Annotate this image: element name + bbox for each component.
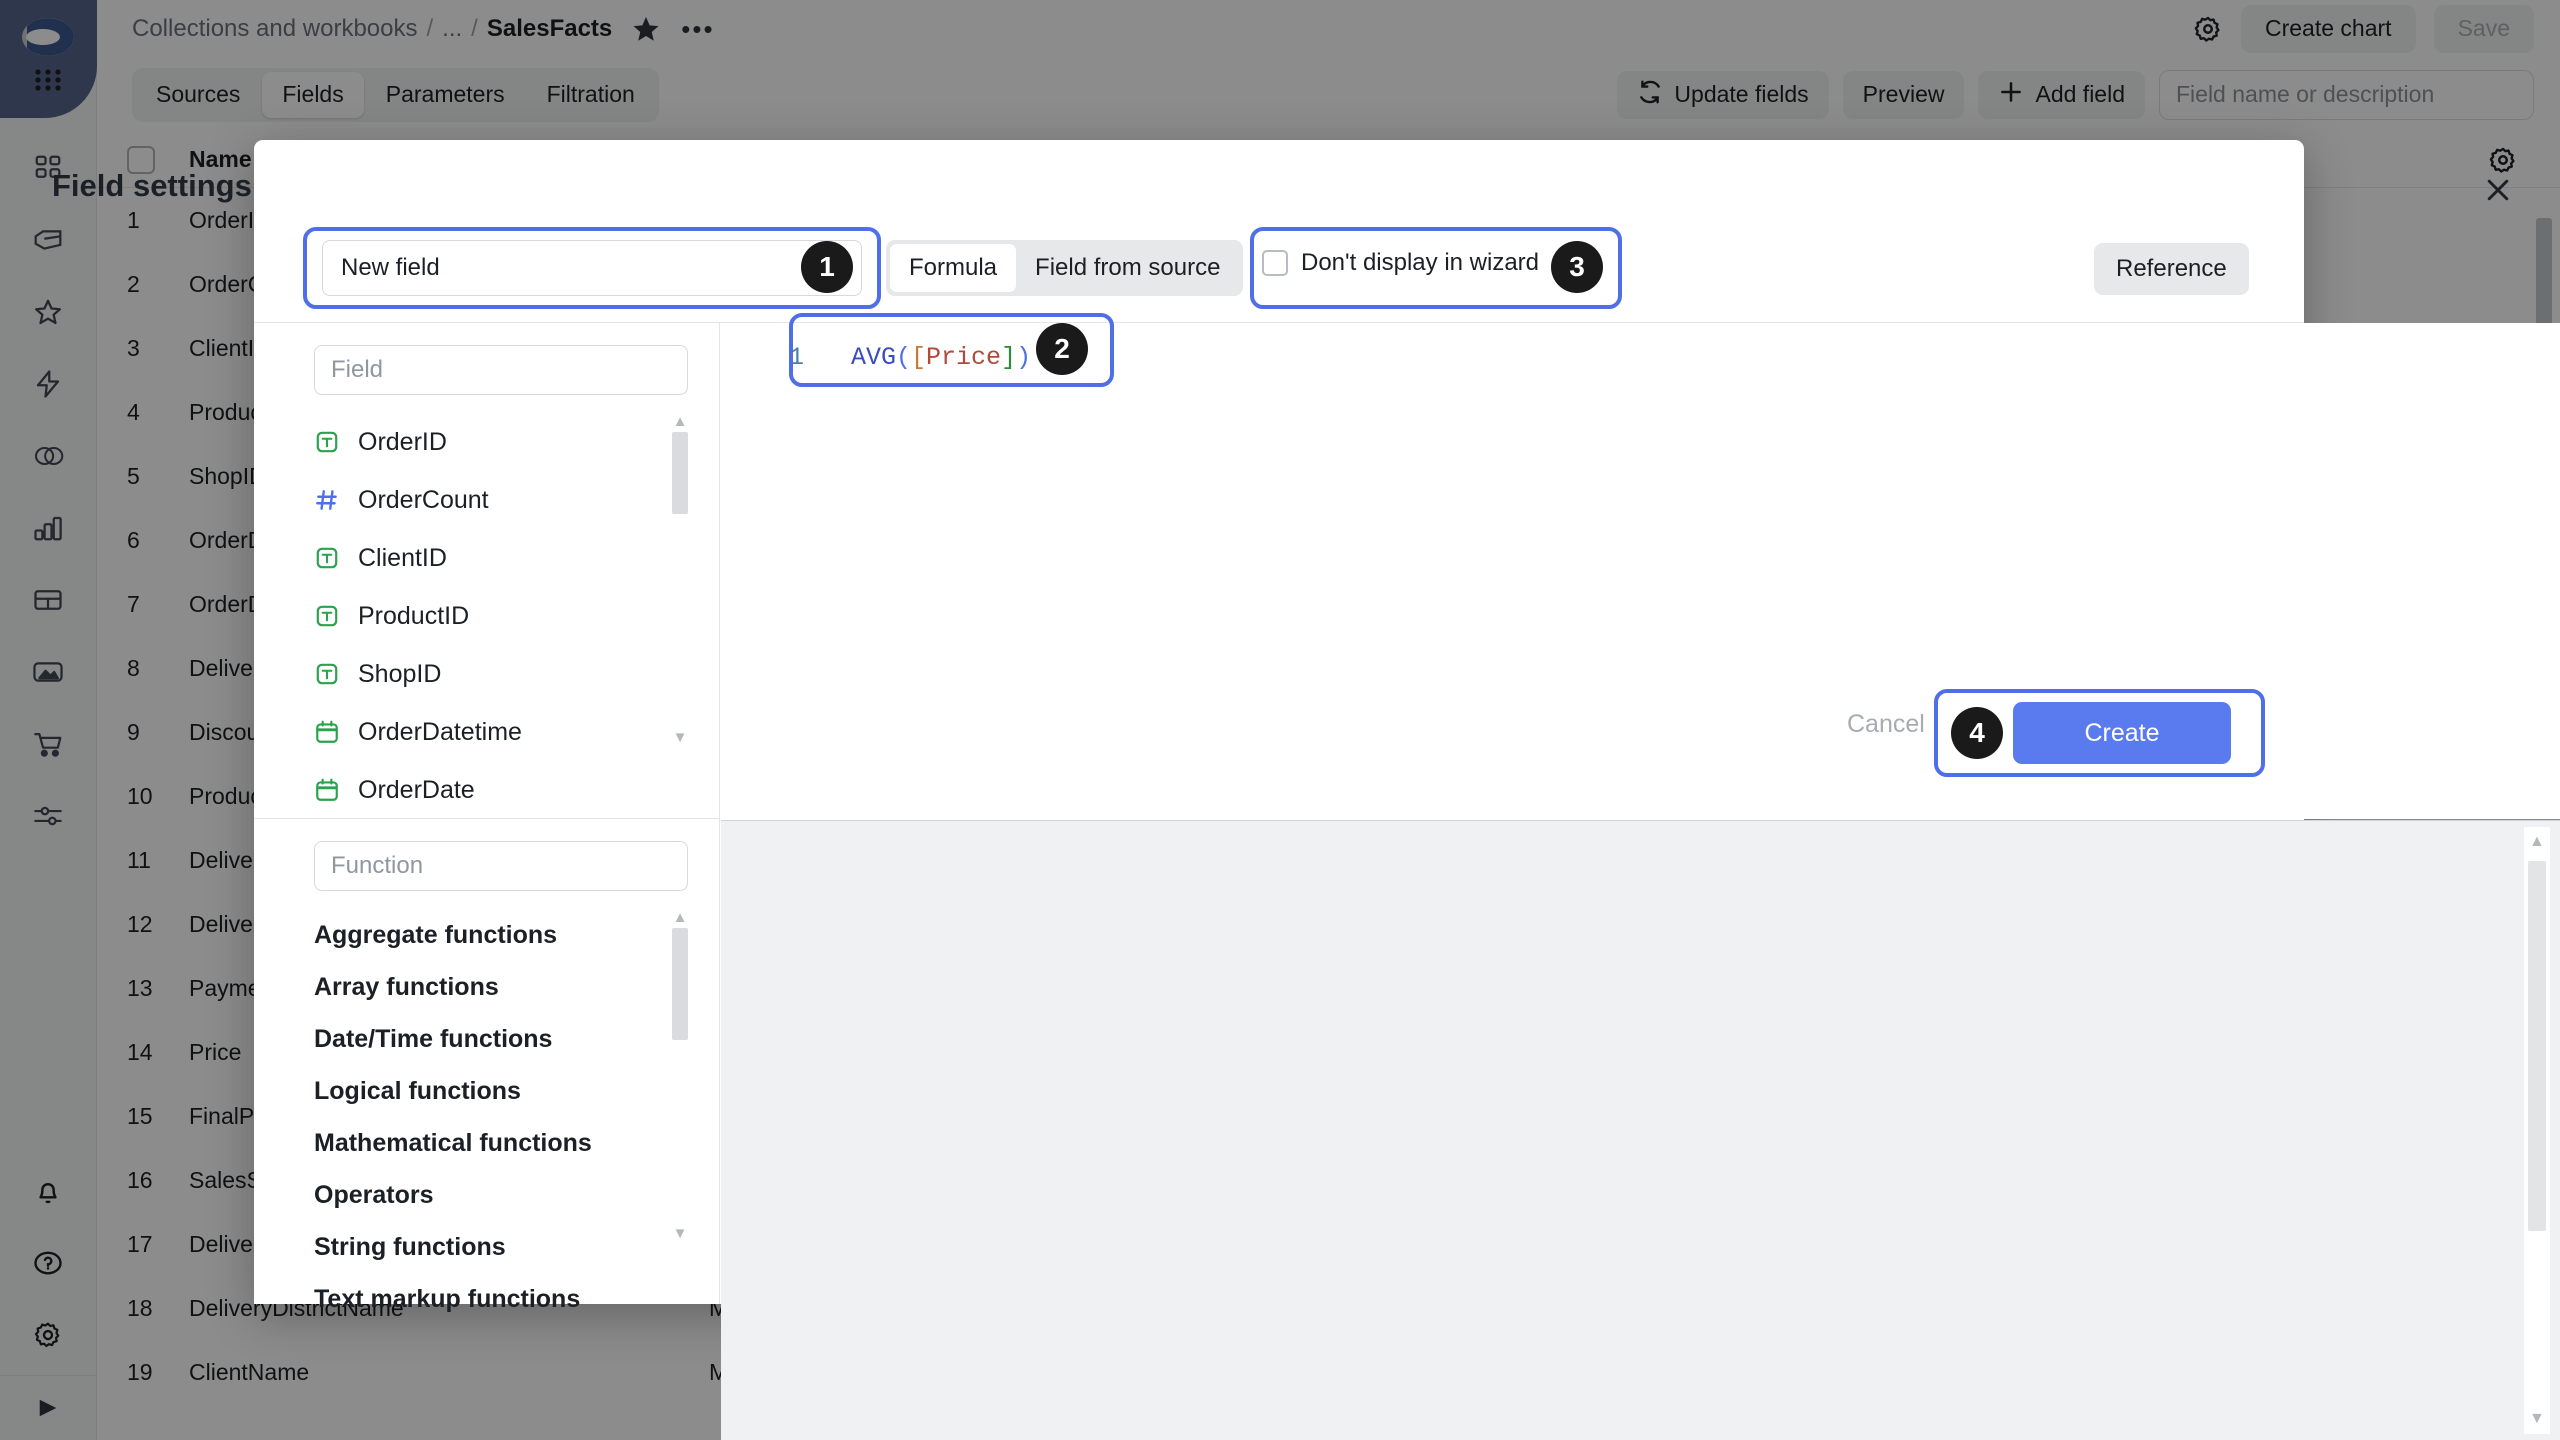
- formula-text[interactable]: AVG([Price]): [851, 343, 1031, 372]
- callout-2: 2: [1036, 323, 1088, 375]
- field-list-scrollbar[interactable]: ▲ ▼: [671, 415, 689, 745]
- reference-button[interactable]: Reference: [2094, 243, 2249, 295]
- field-list: OrderID OrderCount ClientID ProductID ShopID…: [254, 413, 719, 819]
- function-group-item[interactable]: String functions: [254, 1221, 719, 1273]
- field-list-item-label: ClientID: [358, 544, 447, 573]
- formula-token: (: [896, 343, 911, 372]
- scroll-down-arrow-icon[interactable]: ▼: [671, 1227, 689, 1241]
- field-list-item-label: ProductID: [358, 602, 469, 631]
- scroll-down-arrow-icon[interactable]: ▼: [2529, 1410, 2545, 1428]
- field-list-item-label: OrderID: [358, 428, 447, 457]
- formula-token: AVG: [851, 343, 896, 372]
- number-type-icon: [314, 487, 340, 513]
- function-list: Aggregate functionsArray functionsDate/T…: [254, 909, 719, 1325]
- formula-token: ]: [1001, 343, 1016, 372]
- mode-formula-button[interactable]: Formula: [890, 244, 1016, 292]
- field-name-input[interactable]: [322, 240, 862, 296]
- function-group-item[interactable]: Operators: [254, 1169, 719, 1221]
- scroll-up-arrow-icon[interactable]: ▲: [671, 415, 689, 429]
- function-group-item[interactable]: Date/Time functions: [254, 1013, 719, 1065]
- field-list-scroll-thumb[interactable]: [672, 432, 688, 514]
- hide-in-wizard-label: Don't display in wizard: [1301, 249, 1539, 277]
- string-type-icon: [314, 429, 340, 455]
- field-filter-input[interactable]: [314, 345, 688, 395]
- line-number: 1: [789, 343, 835, 372]
- field-list-item[interactable]: ProductID: [254, 587, 719, 645]
- function-list-scroll-thumb[interactable]: [672, 928, 688, 1040]
- dialog-title: Field settings: [52, 168, 252, 204]
- formula-token: [: [911, 343, 926, 372]
- preview-scroll-thumb[interactable]: [2528, 861, 2546, 1231]
- formula-token: Price: [926, 343, 1001, 372]
- preview-scrollbar[interactable]: ▲ ▼: [2524, 827, 2550, 1434]
- function-group-item[interactable]: Logical functions: [254, 1065, 719, 1117]
- preview-pane: ▲ ▼: [721, 820, 2560, 1440]
- field-list-item-label: OrderCount: [358, 486, 489, 515]
- function-group-item[interactable]: Mathematical functions: [254, 1117, 719, 1169]
- calendar-type-icon: [314, 777, 340, 803]
- callout-1: 1: [801, 241, 853, 293]
- formula-editor[interactable]: 1 AVG([Price]): [721, 323, 2560, 819]
- string-type-icon: [314, 661, 340, 687]
- function-list-scrollbar[interactable]: ▲ ▼: [671, 911, 689, 1241]
- string-type-icon: [314, 603, 340, 629]
- field-list-item[interactable]: ShopID: [254, 645, 719, 703]
- scroll-up-arrow-icon[interactable]: ▲: [2529, 833, 2545, 851]
- mode-field-from-source-button[interactable]: Field from source: [1016, 244, 1239, 292]
- modal-overlay: Field settings Formula Field from source…: [0, 0, 2560, 1440]
- cancel-button[interactable]: Cancel: [1847, 710, 1925, 739]
- field-list-item[interactable]: OrderDatetime: [254, 703, 719, 761]
- fields-panel: OrderID OrderCount ClientID ProductID ShopID…: [254, 323, 720, 819]
- field-list-item[interactable]: OrderDate: [254, 761, 719, 819]
- formula-token: ): [1016, 343, 1031, 372]
- create-button[interactable]: Create: [2013, 702, 2231, 764]
- field-list-item[interactable]: OrderCount: [254, 471, 719, 529]
- field-list-item-label: ShopID: [358, 660, 441, 689]
- field-list-item[interactable]: OrderID: [254, 413, 719, 471]
- field-list-item-label: OrderDate: [358, 776, 475, 805]
- functions-panel: Aggregate functionsArray functionsDate/T…: [254, 819, 720, 1304]
- callout-3: 3: [1551, 241, 1603, 293]
- string-type-icon: [314, 545, 340, 571]
- hide-in-wizard-checkbox[interactable]: Don't display in wizard: [1262, 249, 1539, 277]
- field-mode-toggle: Formula Field from source: [886, 240, 1243, 296]
- checkbox-box: [1262, 250, 1288, 276]
- function-group-item[interactable]: Text markup functions: [254, 1273, 719, 1325]
- function-group-item[interactable]: Array functions: [254, 961, 719, 1013]
- function-filter-input[interactable]: [314, 841, 688, 891]
- scroll-down-arrow-icon[interactable]: ▼: [671, 731, 689, 745]
- field-list-item-label: OrderDatetime: [358, 718, 522, 747]
- field-list-item[interactable]: ClientID: [254, 529, 719, 587]
- calendar-type-icon: [314, 719, 340, 745]
- scroll-up-arrow-icon[interactable]: ▲: [671, 911, 689, 925]
- function-group-item[interactable]: Aggregate functions: [254, 909, 719, 961]
- close-icon[interactable]: [2478, 170, 2518, 210]
- callout-4: 4: [1951, 707, 2003, 759]
- formula-code-line: 1 AVG([Price]): [789, 343, 1031, 372]
